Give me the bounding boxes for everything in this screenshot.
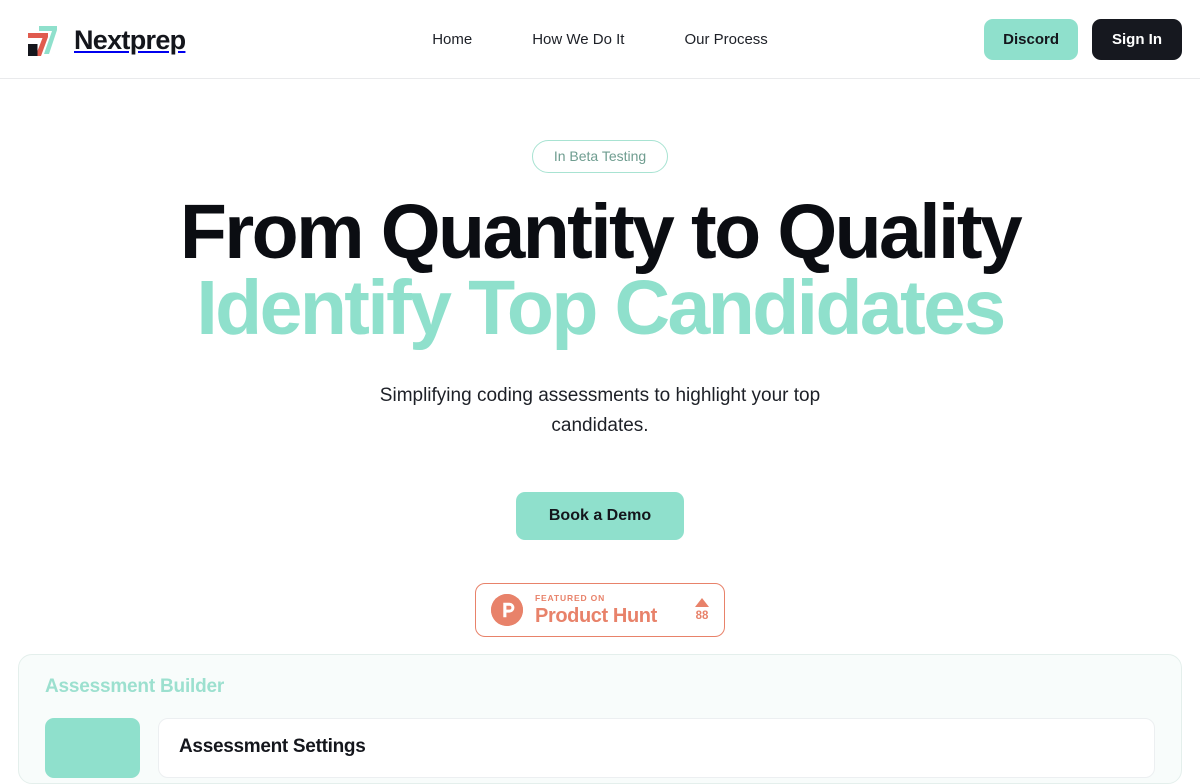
book-a-demo-button[interactable]: Book a Demo [515, 492, 685, 541]
assessment-settings-card[interactable]: Assessment Settings [158, 718, 1155, 778]
assessment-builder-panel: Assessment Builder Assessment Settings [18, 654, 1182, 784]
nextprep-logo-icon [22, 20, 62, 60]
product-hunt-text: FEATURED ON Product Hunt [535, 594, 691, 626]
sign-in-button[interactable]: Sign In [1092, 18, 1182, 60]
header-actions: Discord Sign In [984, 18, 1182, 60]
builder-sidebar-placeholder[interactable] [45, 718, 140, 778]
upvote-triangle-icon [695, 597, 709, 607]
assessment-settings-title: Assessment Settings [179, 736, 366, 757]
hero-subtitle: Simplifying coding assessments to highli… [379, 385, 821, 437]
nav-item-home[interactable]: Home [432, 32, 472, 47]
hero-section: In Beta Testing From Quantity to Quality… [0, 79, 1200, 638]
product-hunt-name: Product Hunt [535, 604, 657, 627]
product-hunt-badge[interactable]: FEATURED ON Product Hunt 88 [475, 583, 725, 638]
page-title: From Quantity to Quality Identify Top Ca… [179, 189, 1023, 352]
product-hunt-upvote[interactable]: 88 [695, 597, 709, 623]
product-hunt-logo-icon [491, 594, 523, 627]
discord-button[interactable]: Discord [984, 18, 1078, 60]
brand-name: Nextprep [74, 24, 186, 55]
headline-line-primary: From Quantity to Quality [179, 189, 1023, 275]
nav-item-our-process[interactable]: Our Process [684, 32, 767, 47]
brand-logo-link[interactable]: Nextprep [22, 18, 186, 62]
upvote-count: 88 [695, 609, 709, 622]
nav-item-how-we-do-it[interactable]: How We Do It [532, 32, 624, 47]
assessment-builder-title: Assessment Builder [45, 676, 225, 697]
assessment-builder-body: Assessment Settings [45, 718, 1155, 778]
site-header: Nextprep Home How We Do It Our Process D… [0, 0, 1200, 79]
hero-cta-container: Book a Demo [515, 492, 685, 541]
beta-status-badge: In Beta Testing [531, 140, 669, 173]
headline-line-accent: Identify Top Candidates [196, 265, 1006, 352]
product-hunt-featured-label: FEATURED ON [535, 593, 606, 604]
